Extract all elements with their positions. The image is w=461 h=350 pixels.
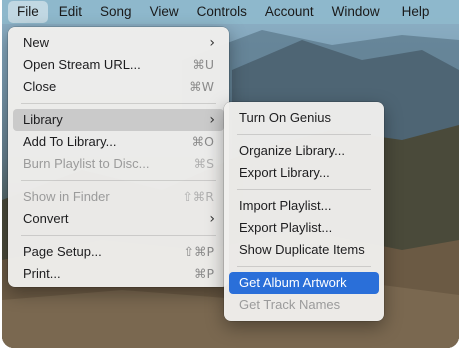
menubar-window[interactable]: Window — [323, 1, 389, 23]
menu-item-label: New — [23, 35, 50, 50]
menu-item-label: Page Setup... — [23, 244, 102, 259]
menu-item-label: Add To Library... — [23, 134, 117, 149]
menu-item-convert[interactable]: Convert › — [13, 208, 224, 230]
menu-item-show-in-finder: Show in Finder ⇧⌘R — [13, 186, 224, 208]
menubar-edit[interactable]: Edit — [50, 1, 91, 23]
menu-item-organize-library[interactable]: Organize Library... — [229, 140, 379, 162]
menubar-view[interactable]: View — [141, 1, 188, 23]
menu-item-export-library[interactable]: Export Library... — [229, 162, 379, 184]
shortcut-label: ⌘P — [193, 266, 214, 281]
menubar-account[interactable]: Account — [256, 1, 323, 23]
menu-item-label: Show in Finder — [23, 189, 110, 204]
menu-item-close[interactable]: Close ⌘W — [13, 76, 224, 98]
library-submenu: Turn On Genius Organize Library... Expor… — [224, 102, 384, 321]
menu-separator — [21, 103, 216, 104]
menu-separator — [21, 180, 216, 181]
menu-item-get-album-artwork[interactable]: Get Album Artwork — [229, 272, 379, 294]
menubar-song[interactable]: Song — [91, 1, 141, 23]
menu-item-add-to-library[interactable]: Add To Library... ⌘O — [13, 131, 224, 153]
chevron-right-icon: › — [209, 112, 215, 128]
menu-bar: File Edit Song View Controls Account Win… — [2, 0, 459, 24]
menu-item-open-stream-url[interactable]: Open Stream URL... ⌘U — [13, 54, 224, 76]
menu-separator — [237, 134, 371, 135]
menu-item-label: Print... — [23, 266, 61, 281]
shortcut-label: ⌘S — [193, 156, 214, 171]
menu-separator — [237, 189, 371, 190]
menu-item-export-playlist[interactable]: Export Playlist... — [229, 217, 379, 239]
shortcut-label: ⌘O — [191, 134, 214, 149]
shortcut-label: ⇧⌘R — [182, 189, 214, 204]
menubar-file[interactable]: File — [8, 1, 48, 23]
menubar-help[interactable]: Help — [393, 1, 439, 23]
shortcut-label: ⌘U — [192, 57, 214, 72]
chevron-right-icon: › — [209, 211, 215, 227]
chevron-right-icon: › — [209, 35, 215, 51]
menu-item-label: Convert — [23, 211, 69, 226]
menu-item-print[interactable]: Print... ⌘P — [13, 263, 224, 285]
menu-item-library[interactable]: Library › — [13, 109, 224, 131]
file-menu: New › Open Stream URL... ⌘U Close ⌘W Lib… — [8, 27, 229, 287]
menu-separator — [21, 235, 216, 236]
shortcut-label: ⇧⌘P — [183, 244, 214, 259]
desktop-background: File Edit Song View Controls Account Win… — [2, 0, 459, 348]
menu-item-import-playlist[interactable]: Import Playlist... — [229, 195, 379, 217]
menubar-controls[interactable]: Controls — [188, 1, 256, 23]
menu-item-page-setup[interactable]: Page Setup... ⇧⌘P — [13, 241, 224, 263]
menu-item-label: Open Stream URL... — [23, 57, 141, 72]
menu-item-get-track-names: Get Track Names — [239, 297, 341, 312]
menu-item-label: Close — [23, 79, 57, 94]
menu-item-show-duplicate-items[interactable]: Show Duplicate Items — [229, 239, 379, 261]
menu-item-label: Library — [23, 112, 63, 127]
menu-separator — [237, 266, 371, 267]
menu-item-label: Burn Playlist to Disc... — [23, 156, 150, 171]
shortcut-label: ⌘W — [189, 79, 214, 94]
menu-item-new[interactable]: New › — [13, 32, 224, 54]
menu-item-burn-playlist: Burn Playlist to Disc... ⌘S — [13, 153, 224, 175]
menu-item-turn-on-genius[interactable]: Turn On Genius — [229, 107, 379, 129]
